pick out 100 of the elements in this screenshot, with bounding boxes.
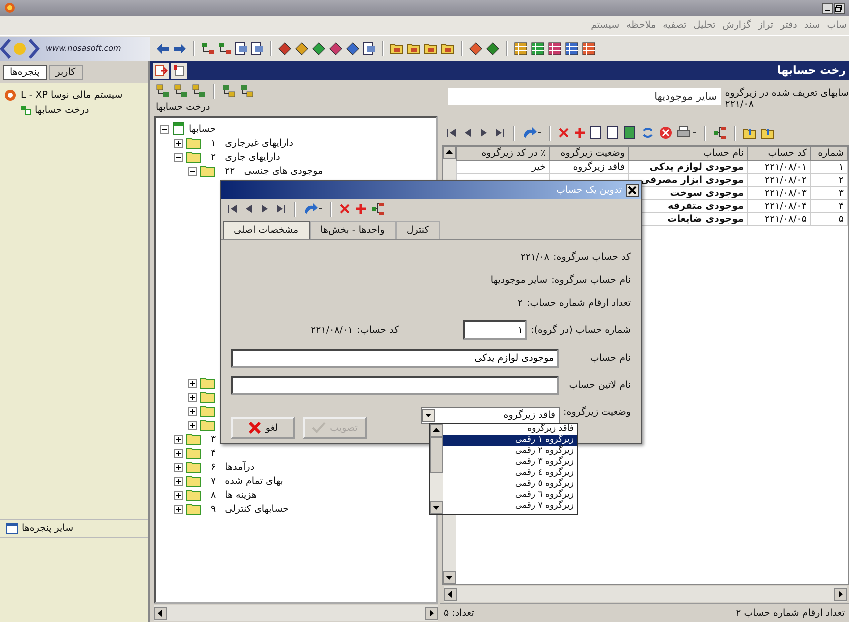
tree-icon[interactable] [371,202,385,216]
help-icon[interactable] [171,62,187,78]
dialog-tab[interactable]: مشخصات اصلی [223,221,310,239]
latin-name-field[interactable] [231,376,560,395]
menu-item[interactable]: ساب [827,20,847,31]
folder-icon[interactable] [441,42,455,55]
curved-arrow-icon[interactable] [303,203,323,215]
printer-icon[interactable] [677,126,697,140]
cancel-icon[interactable] [659,126,673,140]
diamond-icon[interactable] [312,42,326,56]
close-icon[interactable] [626,184,639,196]
add-icon[interactable] [355,203,367,215]
expander-icon[interactable] [174,462,183,472]
back-arrow-icon[interactable] [156,42,170,54]
scroll-button[interactable] [430,424,443,437]
account-name[interactable]: دارایهای غیرجاری [225,138,294,148]
document-icon[interactable] [590,126,603,140]
diamond-icon[interactable] [278,42,292,56]
subgroup-dropdown[interactable]: فاقد زیرگروه [421,407,560,424]
curved-arrow-icon[interactable] [522,127,542,139]
tree-node-icon[interactable] [192,84,206,98]
expander-icon[interactable] [174,476,183,486]
expander-icon[interactable] [174,490,183,500]
account-name[interactable]: حسابها [189,124,216,134]
first-record-icon[interactable] [227,204,239,214]
menu-item[interactable]: تراز [758,20,774,31]
dropdown-option[interactable]: زیرگروه ۲ رقمی [443,446,577,457]
document-icon[interactable] [607,126,620,140]
scroll-button[interactable] [444,588,457,600]
folder-icon[interactable] [390,42,404,55]
diamond-icon[interactable] [346,42,360,56]
account-name[interactable]: بهای تمام شده [225,476,284,486]
expander-icon[interactable] [174,504,183,514]
menu-item[interactable]: سند [804,20,820,31]
column-header[interactable]: وضعیت زیرگروه [550,146,628,160]
document-icon[interactable] [251,42,264,56]
grid-icon[interactable] [582,42,596,56]
expander-icon[interactable] [188,378,197,388]
grid-icon[interactable] [565,42,579,56]
dialog-tab[interactable]: کنترل [396,221,440,239]
column-header[interactable]: نام حساب [628,146,748,160]
folder-icon[interactable] [424,42,438,55]
scrollbar[interactable] [154,605,438,621]
last-record-icon[interactable] [275,204,287,214]
grid-icon[interactable] [548,42,562,56]
forward-arrow-icon[interactable] [173,42,187,54]
column-header[interactable]: کد حساب [748,146,810,160]
expander-icon[interactable] [188,392,197,402]
tree-node-icon[interactable] [174,84,188,98]
first-record-icon[interactable] [446,128,458,138]
account-name-field[interactable]: موجودی لوازم یدکی [231,349,560,368]
diamond-icon[interactable] [486,42,500,56]
scroll-button[interactable] [834,588,847,600]
tree-icon[interactable] [201,42,215,56]
delete-icon[interactable] [339,203,351,215]
document-icon[interactable] [235,42,248,56]
sidebar-tab[interactable]: کاربر [48,64,83,80]
dropdown-option[interactable]: زیرگروه ٤ رقمی [443,468,577,479]
account-name[interactable]: دارایهای جاری [225,152,280,162]
menu-item[interactable]: گزارش [722,20,752,31]
folder-icon[interactable] [761,126,775,140]
menu-item[interactable]: ملاحظه [626,20,656,31]
scroll-button[interactable] [425,606,438,620]
account-number-field[interactable]: ۱ [463,320,528,340]
scroll-button[interactable] [154,606,167,620]
folder-icon[interactable] [743,126,757,140]
dropdown-option[interactable]: زیرگروه ۷ رقمی [443,501,577,512]
column-header[interactable]: ٪ در کد زیرگروه [456,146,550,160]
expander-icon[interactable] [188,420,197,430]
expander-icon[interactable] [174,138,183,148]
scroll-button[interactable] [443,571,456,584]
tree-node-icon[interactable] [222,84,236,98]
minimize-icon[interactable] [822,2,833,14]
account-name[interactable]: حسابهای کنترلی [225,504,290,514]
grid-icon[interactable] [514,42,528,56]
scroll-button[interactable] [430,501,443,514]
expander-icon[interactable] [160,124,169,134]
document-icon[interactable] [624,126,637,140]
diamond-icon[interactable] [295,42,309,56]
dropdown-option[interactable]: زیرگروه ۱ رقمی [443,435,577,446]
restore-icon[interactable] [834,2,845,14]
dropdown-option[interactable]: زیرگروه ٥ رقمی [443,479,577,490]
tree-icon[interactable] [218,42,232,56]
menu-item[interactable]: دفتر [780,20,798,31]
other-windows-item[interactable]: سایر پنجره‌ها [0,519,148,538]
tree-node-icon[interactable] [240,84,254,98]
expander-icon[interactable] [188,406,197,416]
scrollbar[interactable] [430,424,443,514]
expander-icon[interactable] [188,166,197,176]
expander-icon[interactable] [174,448,183,458]
tree-node-icon[interactable] [156,84,170,98]
account-name[interactable]: موجودی های جنسی [244,166,324,176]
menu-item[interactable]: تصفیه [663,20,687,31]
scroll-button[interactable] [443,146,456,159]
exit-icon[interactable] [153,62,169,78]
sidebar-tab[interactable]: پنجره‌ها [3,64,47,80]
tree-icon[interactable] [713,126,727,140]
cancel-button[interactable]: لغو [231,417,295,439]
account-name[interactable]: هزینه ها [225,490,257,500]
refresh-icon[interactable] [641,126,655,140]
